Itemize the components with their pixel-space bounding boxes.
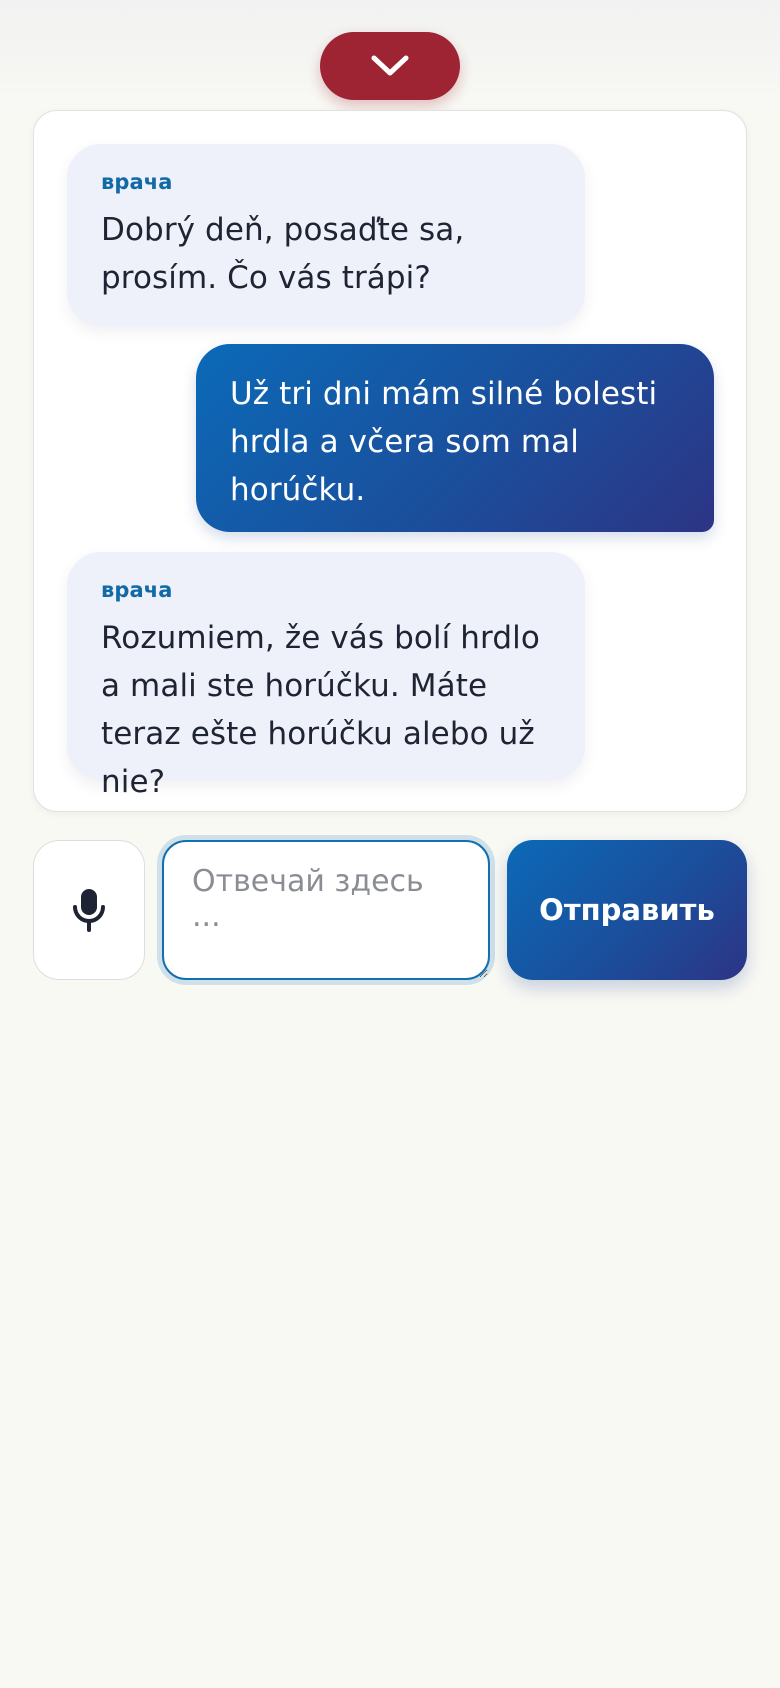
microphone-icon [73, 889, 105, 932]
send-button[interactable]: Отправить [507, 840, 747, 980]
doctor-message: врача Dobrý deň, posaďte sa, prosím. Čo … [67, 144, 585, 326]
sender-label: врача [101, 170, 173, 194]
user-message: Už tri dni mám silné bolesti hrdla a vče… [196, 344, 714, 532]
collapse-button[interactable] [320, 32, 460, 100]
doctor-message: врача Rozumiem, že vás bolí hrdlo a mali… [67, 552, 585, 800]
chat-panel: врача Dobrý deň, posaďte sa, prosím. Čo … [33, 110, 747, 812]
answer-input[interactable] [162, 840, 490, 980]
message-text: Dobrý deň, posaďte sa, prosím. Čo vás tr… [101, 212, 465, 296]
message-text: Rozumiem, že vás bolí hrdlo a mali ste h… [101, 620, 540, 800]
message-text: Už tri dni mám silné bolesti hrdla a vče… [230, 376, 658, 508]
sender-label: врача [101, 578, 173, 602]
microphone-button[interactable] [33, 840, 145, 980]
chevron-down-icon [371, 55, 409, 76]
